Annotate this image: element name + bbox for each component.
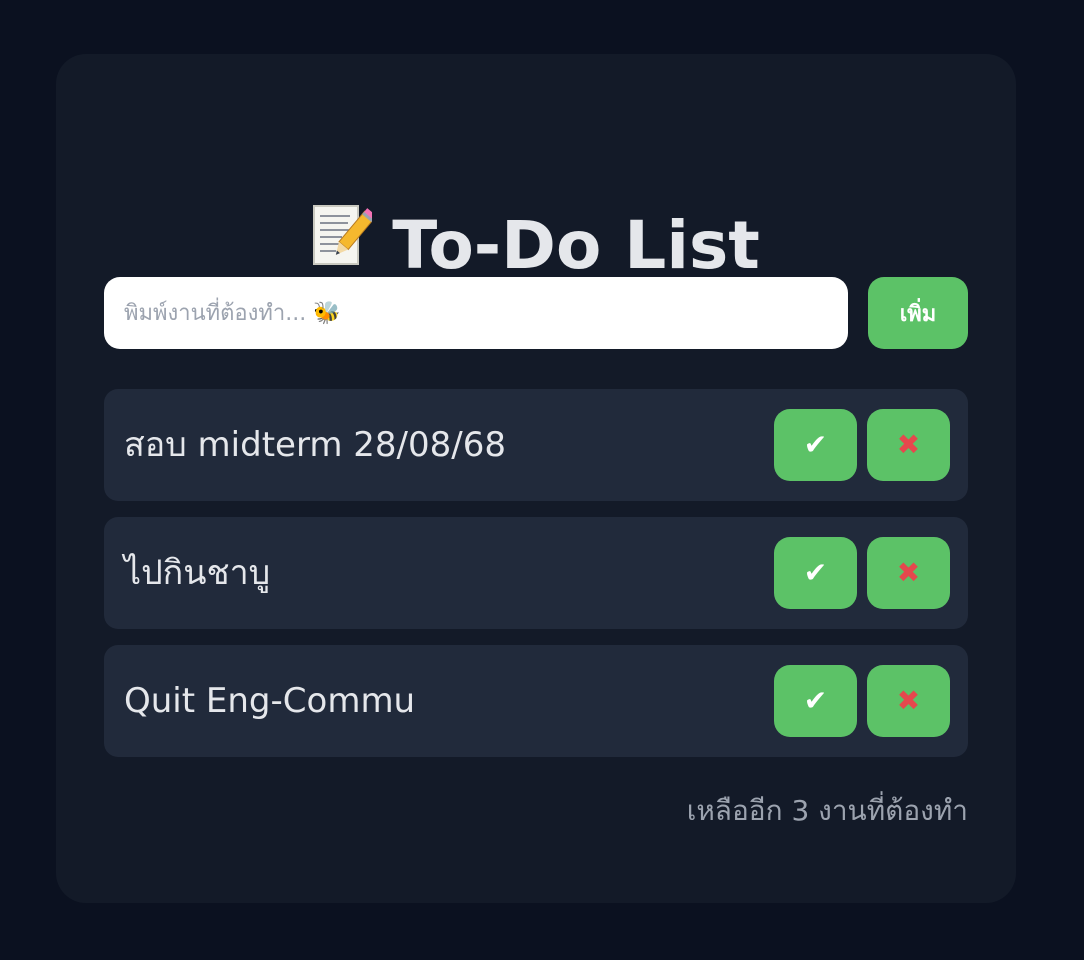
task-text: ไปกินชาบู: [124, 553, 271, 593]
complete-button[interactable]: ✔: [774, 537, 857, 609]
delete-button[interactable]: ✖: [867, 409, 950, 481]
task-text: Quit Eng-Commu: [124, 681, 416, 721]
close-icon: ✖: [896, 556, 921, 589]
task-list: สอบ midterm 28/08/68 ✔ ✖ ไปกินชาบู ✔ ✖ Q…: [104, 389, 968, 773]
remaining-count: เหลืออีก 3 งานที่ต้องทำ: [686, 794, 968, 827]
checkmark-icon: ✔: [803, 684, 828, 717]
close-icon: ✖: [896, 428, 921, 461]
complete-button[interactable]: ✔: [774, 665, 857, 737]
checkmark-icon: ✔: [803, 428, 828, 461]
delete-button[interactable]: ✖: [867, 665, 950, 737]
task-input[interactable]: [104, 277, 848, 349]
task-item: สอบ midterm 28/08/68 ✔ ✖: [104, 389, 968, 501]
task-text: สอบ midterm 28/08/68: [124, 425, 506, 465]
add-button[interactable]: เพิ่ม: [868, 277, 968, 349]
complete-button[interactable]: ✔: [774, 409, 857, 481]
memo-icon: [312, 204, 377, 288]
page-title-text: To-Do List: [392, 207, 760, 284]
checkmark-icon: ✔: [803, 556, 828, 589]
todo-card: To-Do List เพิ่ม สอบ midterm 28/08/68 ✔ …: [56, 54, 1016, 903]
task-item: Quit Eng-Commu ✔ ✖: [104, 645, 968, 757]
delete-button[interactable]: ✖: [867, 537, 950, 609]
close-icon: ✖: [896, 684, 921, 717]
task-item: ไปกินชาบู ✔ ✖: [104, 517, 968, 629]
add-task-row: เพิ่ม: [104, 277, 968, 349]
